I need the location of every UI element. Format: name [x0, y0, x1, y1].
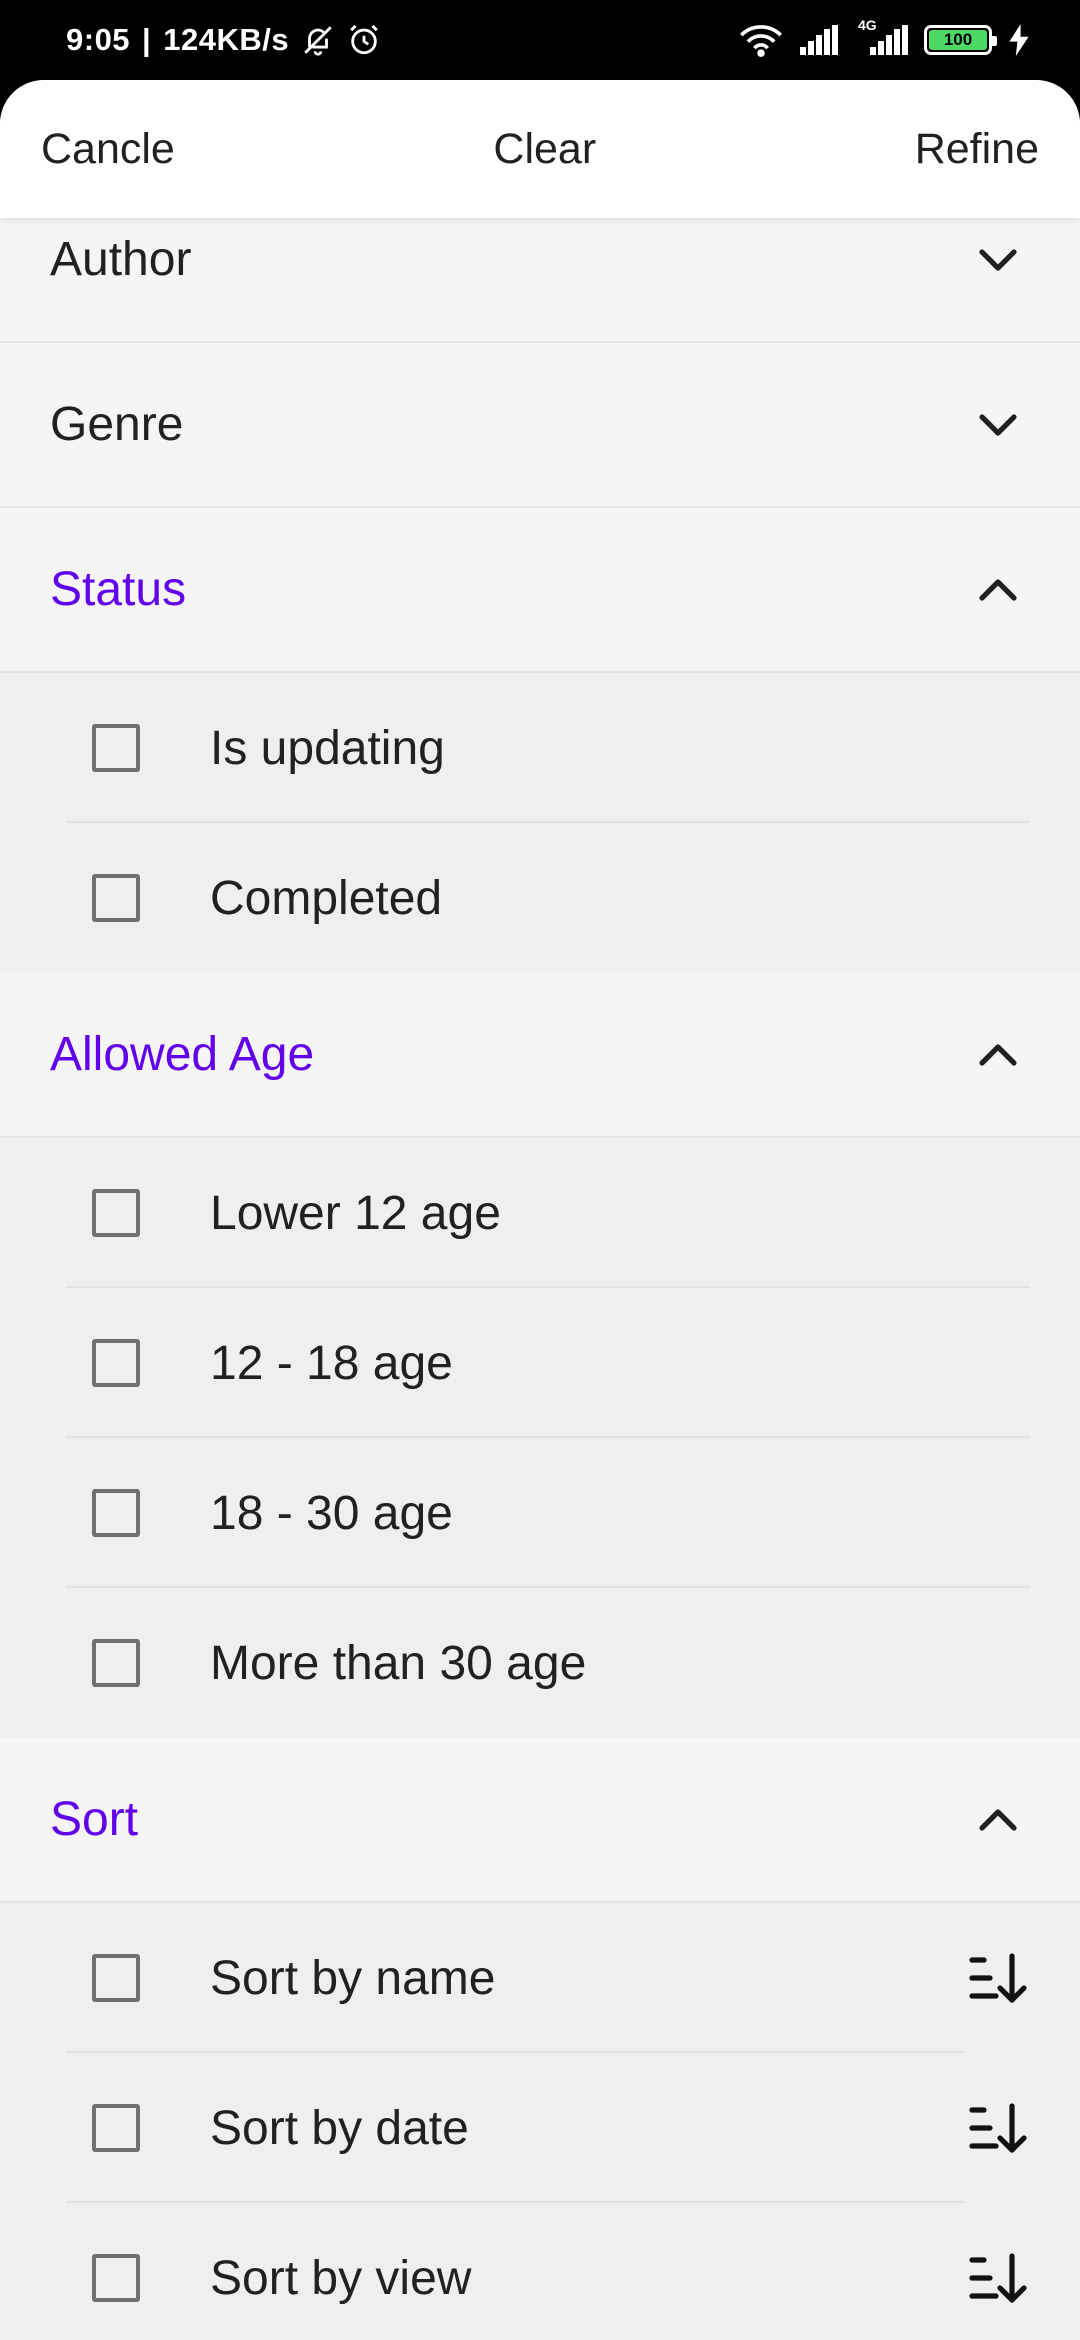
option-label: 18 - 30 age — [210, 1486, 453, 1540]
sort-descending-icon[interactable] — [968, 1948, 1028, 2008]
option-sort-by-view[interactable]: Sort by view — [0, 2203, 1080, 2340]
checkbox[interactable] — [92, 1339, 140, 1387]
status-speed: 124KB/s — [163, 22, 290, 57]
filter-sheet: Cancle Clear Refine Author Genre Status … — [0, 80, 1080, 2340]
option-label: More than 30 age — [210, 1636, 587, 1690]
option-label: Completed — [210, 871, 443, 925]
clear-button[interactable]: Clear — [493, 125, 596, 174]
chevron-up-icon — [978, 1035, 1018, 1075]
section-sort-title: Sort — [50, 1793, 139, 1846]
checkbox[interactable] — [92, 1189, 140, 1237]
sort-options: Sort by name Sort by date Sort by view — [0, 1903, 1080, 2340]
allowed-age-options: Lower 12 age 12 - 18 age 18 - 30 age Mor… — [0, 1138, 1080, 1738]
alarm-icon — [347, 23, 381, 57]
section-status-header[interactable]: Status — [0, 508, 1080, 673]
cancel-button[interactable]: Cancle — [41, 125, 175, 174]
sheet-header: Cancle Clear Refine — [0, 80, 1080, 218]
bell-muted-icon — [301, 23, 335, 57]
wifi-icon — [738, 23, 784, 57]
sort-descending-icon[interactable] — [968, 2248, 1028, 2308]
option-lower-12[interactable]: Lower 12 age — [0, 1138, 1080, 1288]
battery-level: 100 — [929, 30, 987, 50]
checkbox[interactable] — [92, 874, 140, 922]
section-author-title: Author — [50, 233, 192, 286]
option-label: Sort by view — [210, 2251, 472, 2305]
signal-4g-icon: 4G — [856, 17, 908, 55]
option-is-updating[interactable]: Is updating — [0, 673, 1080, 823]
network-label: 4G — [858, 17, 877, 33]
option-sort-by-date[interactable]: Sort by date — [0, 2053, 1080, 2203]
status-divider: | — [142, 22, 152, 57]
chevron-down-icon — [978, 240, 1018, 280]
checkbox[interactable] — [92, 2254, 140, 2302]
checkbox[interactable] — [92, 2104, 140, 2152]
option-label: Sort by name — [210, 1951, 496, 2005]
chevron-up-icon — [978, 570, 1018, 610]
status-bar-left: 9:05 | 124KB/s — [66, 22, 381, 58]
refine-button[interactable]: Refine — [915, 125, 1039, 174]
section-allowed-age-header[interactable]: Allowed Age — [0, 973, 1080, 1138]
sort-descending-icon[interactable] — [968, 2098, 1028, 2158]
checkbox[interactable] — [92, 1954, 140, 2002]
chevron-down-icon — [978, 405, 1018, 445]
section-sort-header[interactable]: Sort — [0, 1738, 1080, 1903]
option-18-30[interactable]: 18 - 30 age — [0, 1438, 1080, 1588]
section-genre-title: Genre — [50, 398, 184, 451]
filter-content: Author Genre Status Is updating Complete… — [0, 178, 1080, 2340]
option-12-18[interactable]: 12 - 18 age — [0, 1288, 1080, 1438]
status-options: Is updating Completed — [0, 673, 1080, 973]
section-allowed-age-title: Allowed Age — [50, 1028, 315, 1081]
option-more-than-30[interactable]: More than 30 age — [0, 1588, 1080, 1738]
battery-icon: 100 — [924, 25, 997, 55]
checkbox[interactable] — [92, 1489, 140, 1537]
option-sort-by-name[interactable]: Sort by name — [0, 1903, 1080, 2053]
signal-icon — [800, 25, 840, 55]
chevron-up-icon — [978, 1800, 1018, 1840]
section-genre-header[interactable]: Genre — [0, 343, 1080, 508]
option-completed[interactable]: Completed — [0, 823, 1080, 973]
option-label: Lower 12 age — [210, 1186, 501, 1240]
option-label: Is updating — [210, 721, 445, 775]
screen: 9:05 | 124KB/s 4G 100 Cancle Clear Refin… — [0, 0, 1080, 2340]
option-label: 12 - 18 age — [210, 1336, 453, 1390]
status-bar-right: 4G 100 — [738, 17, 1030, 57]
status-bar: 9:05 | 124KB/s 4G 100 — [0, 0, 1080, 80]
charging-icon — [1008, 24, 1030, 56]
checkbox[interactable] — [92, 1639, 140, 1687]
status-time: 9:05 — [66, 22, 131, 57]
section-status-title: Status — [50, 563, 187, 616]
option-label: Sort by date — [210, 2101, 469, 2155]
checkbox[interactable] — [92, 724, 140, 772]
